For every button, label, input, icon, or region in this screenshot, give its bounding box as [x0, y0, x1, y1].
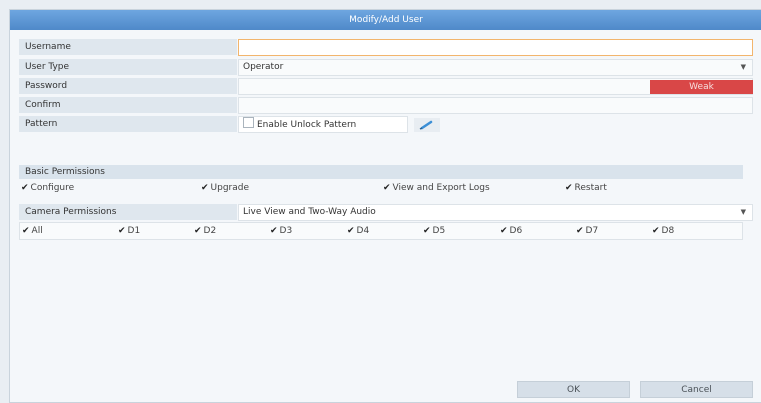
pencil-icon[interactable]	[414, 118, 440, 132]
checkmark-icon: ✔	[21, 183, 29, 193]
channel-d1-label: D1	[127, 226, 141, 236]
camera-permission-type-value: Live View and Two-Way Audio	[243, 207, 376, 217]
channel-d6-checkbox[interactable]: ✔ D6	[500, 223, 522, 239]
channel-d4-checkbox[interactable]: ✔ D4	[347, 223, 369, 239]
dialog-title: Modify/Add User	[349, 15, 423, 25]
checkmark-icon: ✔	[565, 183, 573, 193]
configure-label: Configure	[30, 183, 75, 193]
chevron-down-icon: ▼	[740, 208, 746, 216]
enable-unlock-pattern-label: Enable Unlock Pattern	[257, 120, 357, 130]
basic-permissions-row: ✔ Configure ✔ Upgrade ✔ View and Export Log…	[19, 180, 743, 196]
checkmark-icon: ✔	[118, 226, 126, 236]
cancel-button[interactable]: Cancel	[640, 381, 753, 398]
upgrade-checkbox[interactable]: ✔ Upgrade	[201, 180, 249, 196]
ok-button[interactable]: OK	[517, 381, 630, 398]
checkmark-icon: ✔	[423, 226, 431, 236]
restart-label: Restart	[574, 183, 607, 193]
upgrade-label: Upgrade	[210, 183, 250, 193]
password-label: Password	[19, 78, 237, 95]
checkmark-icon: ✔	[576, 226, 584, 236]
checkmark-icon: ✔	[500, 226, 508, 236]
channel-d5-checkbox[interactable]: ✔ D5	[423, 223, 445, 239]
checkmark-icon: ✔	[347, 226, 355, 236]
checkmark-icon: ✔	[201, 183, 209, 193]
channel-d4-label: D4	[356, 226, 370, 236]
view-export-logs-label: View and Export Logs	[392, 183, 490, 193]
channel-all-label: All	[31, 226, 43, 236]
enable-unlock-pattern-checkbox[interactable]: Enable Unlock Pattern	[238, 116, 408, 133]
unchecked-box-icon	[243, 117, 254, 128]
camera-permission-type-select[interactable]: Live View and Two-Way Audio ▼	[238, 204, 753, 221]
channel-d1-checkbox[interactable]: ✔ D1	[118, 223, 140, 239]
restart-checkbox[interactable]: ✔ Restart	[565, 180, 607, 196]
modify-add-user-dialog: Modify/Add User Username User Type Opera…	[9, 9, 761, 403]
confirm-password-input[interactable]	[238, 97, 753, 114]
dialog-title-bar: Modify/Add User	[10, 10, 761, 30]
username-input[interactable]	[238, 39, 753, 56]
channel-d8-checkbox[interactable]: ✔ D8	[652, 223, 674, 239]
chevron-down-icon: ▼	[740, 63, 746, 71]
channel-d3-checkbox[interactable]: ✔ D3	[270, 223, 292, 239]
channel-all-checkbox[interactable]: ✔ All	[22, 223, 43, 239]
checkmark-icon: ✔	[652, 226, 660, 236]
channel-d7-label: D7	[585, 226, 599, 236]
basic-permissions-heading: Basic Permissions	[19, 165, 743, 179]
user-type-label: User Type	[19, 59, 237, 76]
checkmark-icon: ✔	[383, 183, 391, 193]
channel-d2-checkbox[interactable]: ✔ D2	[194, 223, 216, 239]
view-export-logs-checkbox[interactable]: ✔ View and Export Logs	[383, 180, 490, 196]
user-type-value: Operator	[243, 62, 284, 72]
username-label: Username	[19, 39, 237, 56]
pattern-label: Pattern	[19, 116, 237, 133]
confirm-label: Confirm	[19, 97, 237, 114]
channel-d5-label: D5	[432, 226, 446, 236]
channel-d6-label: D6	[509, 226, 523, 236]
channel-d8-label: D8	[661, 226, 675, 236]
checkmark-icon: ✔	[22, 226, 30, 236]
password-strength-badge: Weak	[650, 80, 753, 94]
channel-d7-checkbox[interactable]: ✔ D7	[576, 223, 598, 239]
configure-checkbox[interactable]: ✔ Configure	[21, 180, 74, 196]
checkmark-icon: ✔	[270, 226, 278, 236]
camera-channels-row: ✔ All ✔ D1 ✔ D2 ✔ D3 ✔ D4 ✔ D5 ✔ D6 ✔ D7 ✔ D8	[19, 222, 743, 240]
camera-permissions-label: Camera Permissions	[19, 204, 237, 221]
channel-d2-label: D2	[203, 226, 217, 236]
user-type-select[interactable]: Operator ▼	[238, 59, 753, 76]
checkmark-icon: ✔	[194, 226, 202, 236]
channel-d3-label: D3	[279, 226, 293, 236]
